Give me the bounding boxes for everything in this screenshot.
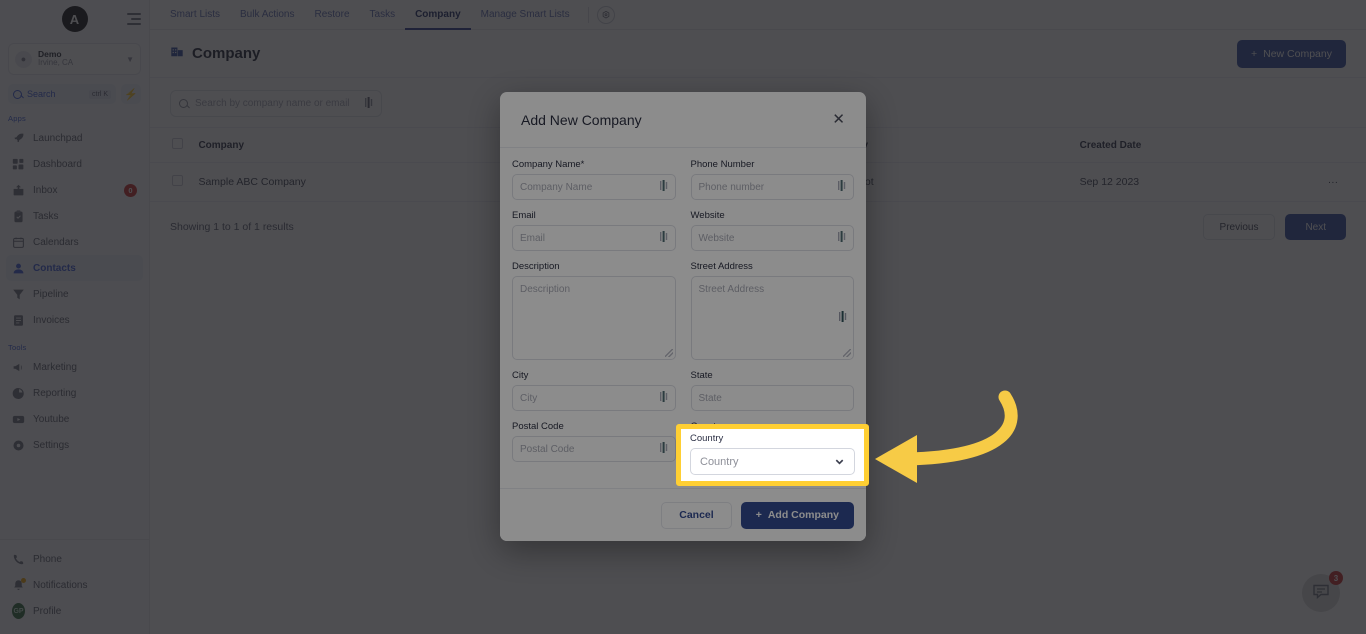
label-description: Description — [512, 261, 560, 272]
input-marker-icon — [838, 231, 846, 245]
field-phone-number: Phone Number Phone number — [690, 159, 854, 200]
email-placeholder: Email — [520, 232, 546, 244]
company-name-placeholder: Company Name — [520, 181, 593, 193]
country-field-highlight: Country Country — [676, 424, 869, 486]
label-website: Website — [690, 210, 725, 221]
description-textarea[interactable]: Description — [512, 276, 676, 360]
city-input[interactable]: City — [512, 385, 676, 411]
postal-code-placeholder: Postal Code — [520, 443, 575, 455]
field-email: Email Email — [512, 210, 676, 251]
modal-header: Add New Company ✕ — [500, 92, 866, 148]
close-icon[interactable]: ✕ — [832, 112, 845, 127]
resize-handle[interactable] — [664, 349, 673, 357]
label-company-name: Company Name* — [512, 159, 585, 170]
company-name-input[interactable]: Company Name — [512, 174, 676, 200]
field-street-address: Street Address Street Address — [690, 261, 854, 360]
label-state: State — [690, 370, 713, 381]
state-input[interactable]: State — [690, 385, 854, 411]
field-city: City City — [512, 370, 676, 411]
postal-code-input[interactable]: Postal Code — [512, 436, 676, 462]
label-email: Email — [512, 210, 536, 221]
website-input[interactable]: Website — [690, 225, 854, 251]
highlight-country-select[interactable]: Country — [690, 448, 855, 475]
label-phone-number: Phone Number — [690, 159, 755, 170]
field-state: State State — [690, 370, 854, 411]
add-company-label: Add Company — [767, 509, 839, 521]
email-input[interactable]: Email — [512, 225, 676, 251]
resize-handle[interactable] — [843, 349, 851, 357]
input-marker-icon — [659, 391, 668, 405]
street-address-placeholder: Street Address — [698, 284, 765, 295]
label-postal-code: Postal Code — [512, 421, 564, 432]
street-address-textarea[interactable]: Street Address — [690, 276, 854, 360]
state-placeholder: State — [698, 392, 722, 404]
input-marker-icon — [659, 180, 668, 194]
label-street-address: Street Address — [690, 261, 753, 272]
modal-title: Add New Company — [521, 111, 642, 128]
phone-number-input[interactable]: Phone number — [690, 174, 854, 200]
highlight-country-label: Country — [690, 433, 724, 444]
add-company-button[interactable]: + Add Company — [740, 501, 854, 529]
input-marker-icon — [839, 311, 847, 325]
field-website: Website Website — [690, 210, 854, 251]
chevron-down-icon — [834, 456, 845, 467]
phone-number-placeholder: Phone number — [698, 181, 765, 193]
input-marker-icon — [659, 231, 668, 245]
city-placeholder: City — [520, 392, 538, 404]
website-placeholder: Website — [698, 232, 735, 244]
modal-footer: Cancel + Add Company — [500, 488, 866, 541]
input-marker-icon — [659, 442, 668, 456]
highlight-country-placeholder: Country — [700, 455, 739, 468]
input-marker-icon — [838, 180, 846, 194]
label-city: City — [512, 370, 529, 381]
field-description: Description Description — [512, 261, 676, 360]
field-company-name: Company Name* Company Name — [512, 159, 676, 200]
app-root: A ● Demo Irvine, CA ▼ Search ctrl K ⚡ Ap… — [0, 0, 1366, 634]
description-placeholder: Description — [520, 284, 571, 295]
field-postal-code: Postal Code Postal Code — [512, 421, 676, 462]
cancel-button[interactable]: Cancel — [661, 501, 732, 529]
plus-icon: + — [755, 509, 762, 521]
